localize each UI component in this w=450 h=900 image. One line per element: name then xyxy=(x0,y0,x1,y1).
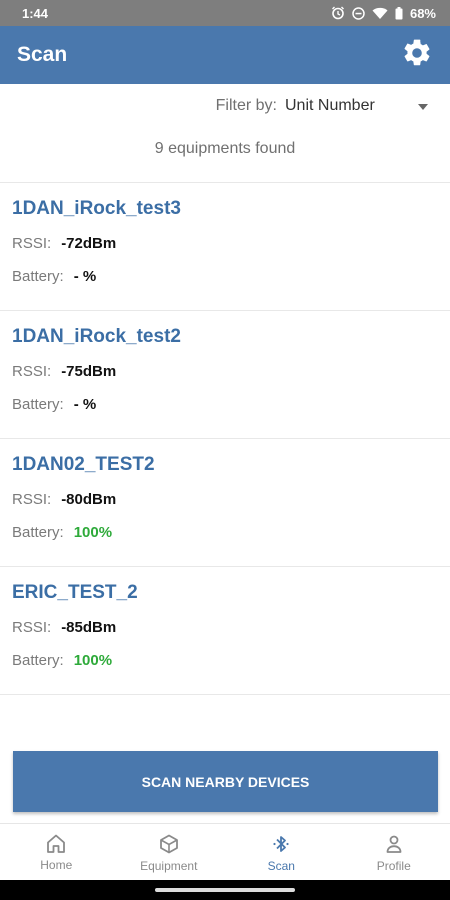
battery-icon xyxy=(395,6,403,20)
rssi-label: RSSI: xyxy=(12,618,52,636)
gear-icon xyxy=(401,37,433,74)
nav-item-profile[interactable]: Profile xyxy=(338,824,450,880)
nav-label-home: Home xyxy=(40,858,73,872)
chevron-down-icon xyxy=(418,97,428,115)
device-list-item[interactable]: 1DAN_iRock_test3 RSSI: -72dBm Battery: -… xyxy=(0,183,450,311)
home-gesture-handle[interactable] xyxy=(155,888,295,892)
status-time: 1:44 xyxy=(22,5,49,21)
device-list: 1DAN_iRock_test3 RSSI: -72dBm Battery: -… xyxy=(0,182,450,695)
wifi-icon xyxy=(372,7,388,20)
nav-label-scan: Scan xyxy=(267,858,295,873)
bluetooth-icon xyxy=(271,834,291,854)
battery-row: Battery: 100% xyxy=(12,520,450,544)
device-name: 1DAN_iRock_test2 xyxy=(12,326,181,347)
filter-dropdown[interactable]: Unit Number xyxy=(285,97,450,115)
battery-percent: 68% xyxy=(409,5,436,21)
gesture-bar xyxy=(0,880,450,900)
battery-row: Battery: 100% xyxy=(12,648,450,672)
battery-value: 100% xyxy=(73,651,113,669)
nav-item-equipment[interactable]: Equipment xyxy=(113,824,226,880)
battery-label: Battery: xyxy=(12,523,64,541)
battery-value: - % xyxy=(73,267,97,285)
battery-label: Battery: xyxy=(12,267,64,285)
rssi-label: RSSI: xyxy=(12,490,52,508)
battery-row: Battery: - % xyxy=(12,264,450,288)
bottom-nav: Home Equipment Scan Profile xyxy=(0,823,450,880)
rssi-row: RSSI: -85dBm xyxy=(12,615,450,639)
rssi-label: RSSI: xyxy=(12,234,52,252)
nav-label-equipment: Equipment xyxy=(140,858,198,873)
rssi-row: RSSI: -72dBm xyxy=(12,231,450,255)
battery-label: Battery: xyxy=(12,395,64,413)
device-name: 1DAN_iRock_test3 xyxy=(12,198,181,219)
page-title: Scan xyxy=(17,43,68,66)
nav-item-home[interactable]: Home xyxy=(0,824,113,880)
status-icons: 68% xyxy=(331,6,436,21)
rssi-row: RSSI: -80dBm xyxy=(12,487,450,511)
status-bar: 1:44 68% xyxy=(0,0,450,26)
rssi-value: -75dBm xyxy=(61,362,117,380)
device-list-item[interactable]: 1DAN_iRock_test2 RSSI: -75dBm Battery: -… xyxy=(0,311,450,439)
box-icon xyxy=(159,834,179,854)
battery-label: Battery: xyxy=(12,651,64,669)
person-icon xyxy=(384,834,404,854)
rssi-row: RSSI: -75dBm xyxy=(12,359,450,383)
settings-button[interactable] xyxy=(400,38,434,72)
nav-item-scan[interactable]: Scan xyxy=(225,824,338,880)
battery-value: 100% xyxy=(73,523,113,541)
filter-selected-value: Unit Number xyxy=(285,97,375,114)
rssi-label: RSSI: xyxy=(12,362,52,380)
device-name: 1DAN02_TEST2 xyxy=(12,454,155,475)
filter-row: Filter by: Unit Number xyxy=(216,92,450,120)
battery-value: - % xyxy=(73,395,97,413)
filter-label: Filter by: xyxy=(215,97,277,114)
device-list-item[interactable]: ERIC_TEST_2 RSSI: -85dBm Battery: 100% xyxy=(0,567,450,695)
battery-row: Battery: - % xyxy=(12,392,450,416)
device-list-item[interactable]: 1DAN02_TEST2 RSSI: -80dBm Battery: 100% xyxy=(0,439,450,567)
scan-nearby-devices-button[interactable]: SCAN NEARBY DEVICES xyxy=(13,751,438,812)
nav-label-profile: Profile xyxy=(376,858,411,873)
alarm-icon xyxy=(331,6,345,20)
home-icon xyxy=(46,834,66,853)
rssi-value: -85dBm xyxy=(61,618,117,636)
rssi-value: -72dBm xyxy=(61,234,117,252)
rssi-value: -80dBm xyxy=(61,490,117,508)
device-name: ERIC_TEST_2 xyxy=(12,582,138,603)
equipment-count: 9 equipments found xyxy=(154,140,296,157)
do-not-disturb-icon xyxy=(352,6,365,20)
app-bar: Scan xyxy=(0,26,450,84)
